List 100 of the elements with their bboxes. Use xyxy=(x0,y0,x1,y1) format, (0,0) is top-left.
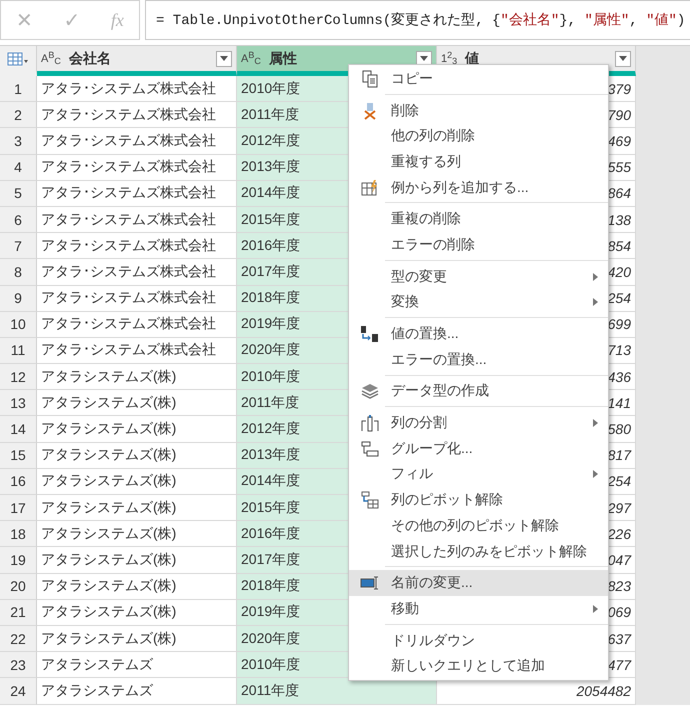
menu-item[interactable]: 削除 xyxy=(349,98,608,124)
row-number: 17 xyxy=(10,500,26,516)
dropdown-caret-icon xyxy=(220,56,228,61)
table-cell: 2054482 xyxy=(576,682,631,699)
table-cell: 477 xyxy=(608,656,631,673)
menu-item[interactable]: グループ化... xyxy=(349,436,608,462)
table-cell: 069 xyxy=(608,604,631,620)
table-cell: 226 xyxy=(608,526,631,542)
menu-item[interactable]: データ型の作成 xyxy=(349,378,608,404)
filter-button[interactable] xyxy=(615,50,631,66)
table-cell: アタラ･システムズ株式会社 xyxy=(41,80,216,98)
table-cell: 047 xyxy=(608,552,631,568)
menu-item[interactable]: フィル xyxy=(349,462,608,488)
table-cell: アタラ･システムズ株式会社 xyxy=(41,262,216,281)
table-cell: 2020年度 xyxy=(241,630,300,648)
table-cell: 713 xyxy=(608,342,631,358)
table-cell: アタラシステムズ(株) xyxy=(41,524,176,543)
table-cell: 436 xyxy=(608,368,631,385)
table-cell: アタラ･システムズ株式会社 xyxy=(41,132,216,150)
row-number: 23 xyxy=(10,656,26,673)
menu-item[interactable]: 列の分割 xyxy=(349,410,608,436)
table-cell: 2018年度 xyxy=(241,289,300,308)
table-cell: 637 xyxy=(608,630,631,647)
table-cell: 379 xyxy=(608,80,631,97)
table-cell: 580 xyxy=(608,421,631,438)
menu-item[interactable]: 名前の変更... xyxy=(349,570,608,596)
menu-item[interactable]: 重複の削除 xyxy=(349,206,608,232)
dropdown-caret-icon xyxy=(619,56,627,61)
menu-item[interactable]: 選択した列のみをピボット解除 xyxy=(349,538,608,564)
unpivot-icon xyxy=(361,491,379,510)
table-cell: アタラ･システムズ株式会社 xyxy=(41,106,216,124)
column-header[interactable]: A$^{B}$$_{C}$ 会社名 xyxy=(37,46,237,76)
table-cell: 854 xyxy=(608,238,631,254)
menu-item[interactable]: エラーの置換... xyxy=(349,346,608,373)
table-cell: 297 xyxy=(608,500,631,516)
table-cell: アタラ･システムズ株式会社 xyxy=(41,289,216,308)
menu-item[interactable]: ドリルダウン xyxy=(349,628,608,654)
row-number: 2 xyxy=(14,106,22,123)
table-cell: 2020年度 xyxy=(241,341,300,360)
table-cell: アタラシステムズ(株) xyxy=(41,368,176,386)
table-cell: アタラシステムズ(株) xyxy=(41,446,176,464)
table-cell: 2010年度 xyxy=(241,656,300,674)
menu-item[interactable]: 変換 xyxy=(349,290,608,316)
menu-item[interactable]: 新しいクエリとして追加 xyxy=(349,653,608,680)
menu-item[interactable]: 移動 xyxy=(349,596,608,622)
row-number: 6 xyxy=(14,212,22,228)
row-number: 19 xyxy=(10,552,26,568)
row-number: 3 xyxy=(14,132,22,149)
menu-item[interactable]: 列のピボット解除 xyxy=(349,487,608,513)
table-cell: 2019年度 xyxy=(241,603,300,622)
delete-column-icon xyxy=(362,102,378,120)
menu-item[interactable]: 重複する列 xyxy=(349,149,608,175)
menu-item[interactable]: 他の列の削除 xyxy=(349,123,608,150)
menu-item[interactable]: その他の列のピボット解除 xyxy=(349,513,608,539)
row-number: 8 xyxy=(14,264,22,280)
menu-item[interactable]: 値の置換... xyxy=(349,321,608,347)
column-name: 属性 xyxy=(268,50,298,68)
table-cell: 2012年度 xyxy=(241,132,300,150)
row-number: 4 xyxy=(14,159,22,176)
rename-icon xyxy=(360,575,380,592)
table-cell: 2017年度 xyxy=(241,550,300,569)
menu-item[interactable]: エラーの削除 xyxy=(349,232,608,258)
table-cell: アタラ･システムズ株式会社 xyxy=(41,341,216,360)
row-number: 9 xyxy=(14,290,22,306)
table-cell: 817 xyxy=(608,447,631,464)
row-number: 11 xyxy=(10,342,26,358)
table-cell: アタラシステムズ(株) xyxy=(41,472,176,490)
row-number: 21 xyxy=(10,604,26,620)
table-cell: 138 xyxy=(608,212,631,228)
row-number: 18 xyxy=(10,526,26,542)
row-number: 16 xyxy=(10,473,26,490)
table-cell: アタラシステムズ(株) xyxy=(41,394,176,412)
table-cell: 2013年度 xyxy=(241,158,300,176)
table-cell: 2011年度 xyxy=(241,394,300,412)
table-cell: アタラシステムズ(株) xyxy=(41,550,176,569)
copy-icon xyxy=(362,70,378,88)
table-cell: アタラシステムズ(株) xyxy=(41,498,176,517)
table-cell: 2015年度 xyxy=(241,210,300,229)
table-cell: 420 xyxy=(608,264,631,280)
table-cell: 2018年度 xyxy=(241,577,300,596)
table-cell: 2010年度 xyxy=(241,368,300,386)
table-cell: 2010年度 xyxy=(241,80,300,98)
table-cell: 2013年度 xyxy=(241,446,300,464)
table-cell: 555 xyxy=(608,159,631,176)
table-cell: 469 xyxy=(608,132,631,149)
split-column-icon xyxy=(361,414,379,432)
row-number: 22 xyxy=(10,630,26,647)
table-menu-icon[interactable] xyxy=(7,52,29,66)
row-number: 20 xyxy=(10,578,26,594)
group-icon xyxy=(361,440,379,457)
table-cell: 2016年度 xyxy=(241,524,300,543)
table-cell: 254 xyxy=(608,290,631,306)
table-cell: 2016年度 xyxy=(241,236,300,255)
table-cell: 2019年度 xyxy=(241,315,300,334)
menu-item[interactable]: 型の変更 xyxy=(349,264,608,290)
menu-item[interactable]: 例から列を追加する... xyxy=(349,174,608,200)
filter-button[interactable] xyxy=(216,50,232,66)
formula-field[interactable]: = Table.UnpivotOtherColumns(変更された型, {"会社名"}, "属性", "値") xyxy=(145,0,690,40)
table-cell: アタラシステムズ xyxy=(41,682,153,700)
table-cell: アタラシステムズ(株) xyxy=(41,603,176,622)
